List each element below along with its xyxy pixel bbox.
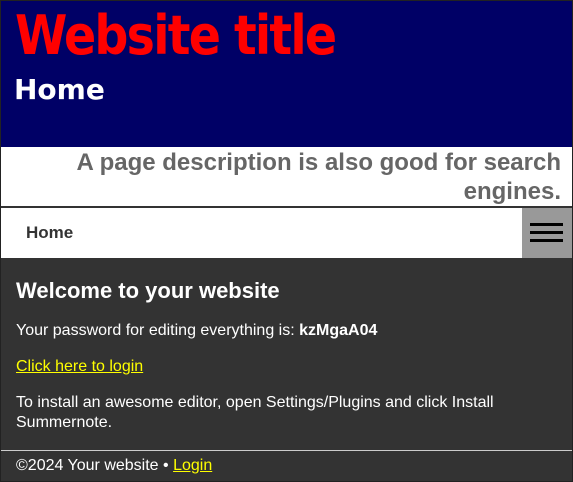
main-content: Welcome to your website Your password fo…	[1, 258, 572, 450]
site-footer: ©2024 Your website • Login	[1, 450, 572, 481]
page-description-text: A page description is also good for sear…	[76, 149, 561, 205]
footer-copyright: ©2024 Your website •	[16, 457, 174, 474]
install-instructions: To install an awesome editor, open Setti…	[16, 394, 494, 431]
menu-toggle-button[interactable]	[522, 208, 572, 258]
site-title[interactable]: Website title	[15, 3, 337, 69]
navigation-bar: Home	[1, 208, 572, 258]
page-frame: Website title Home A page description is…	[0, 0, 573, 482]
password-label: Your password for editing everything is:	[16, 322, 300, 339]
site-header: Website title Home	[1, 1, 572, 147]
page-description: A page description is also good for sear…	[1, 147, 572, 207]
password-line: Your password for editing everything is:…	[16, 321, 377, 340]
page-title: Home	[14, 73, 105, 106]
login-link[interactable]: Click here to login	[16, 357, 143, 376]
nav-item-home[interactable]: Home	[26, 223, 73, 243]
footer-line: ©2024 Your website • Login	[16, 456, 212, 475]
welcome-heading: Welcome to your website	[16, 278, 280, 303]
footer-login-link[interactable]: Login	[173, 457, 212, 474]
password-value: kzMgaA04	[299, 322, 378, 339]
